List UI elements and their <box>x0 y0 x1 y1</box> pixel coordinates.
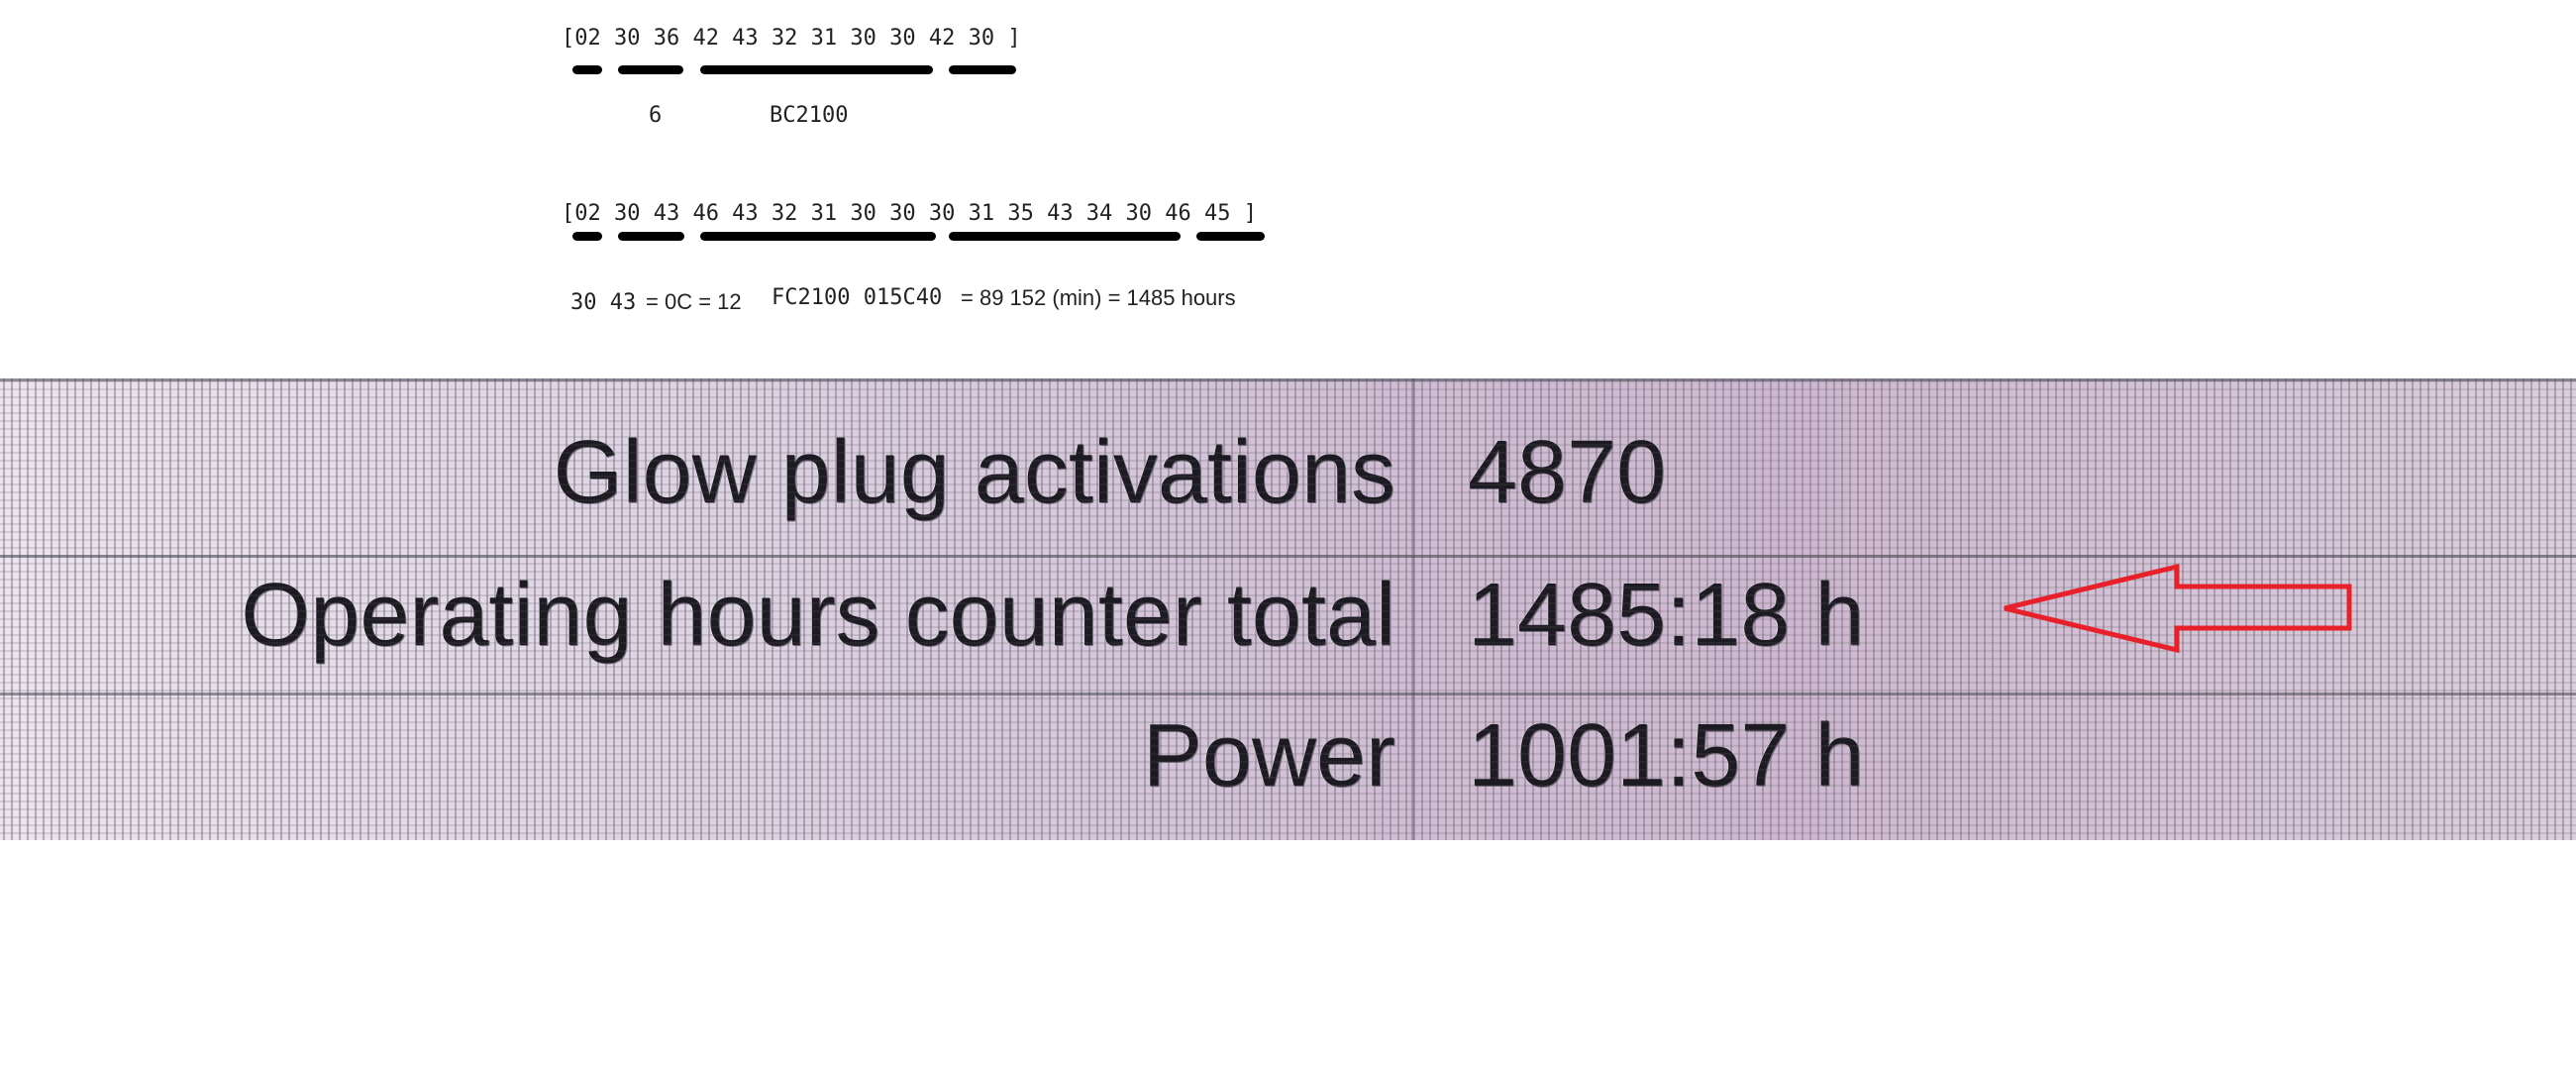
underline-bar <box>700 232 936 241</box>
underline-bar <box>618 232 684 241</box>
hex-line-2: [02 30 43 46 43 32 31 30 30 30 31 35 43 … <box>562 201 1257 226</box>
note-six: 6 <box>649 103 663 128</box>
value-power: 1001:57 h <box>1468 706 1865 805</box>
value-operating-hours-total: 1485:18 h <box>1468 566 1865 665</box>
arrow-shape <box>2004 563 2352 654</box>
row-divider <box>0 378 2576 381</box>
hex-line-1: [02 30 36 42 43 32 31 30 30 42 30 ] <box>562 26 1021 51</box>
underline-bar <box>949 232 1181 241</box>
underline-bar <box>572 65 602 74</box>
row-divider <box>0 693 2576 696</box>
value-glow-plug-activations: 4870 <box>1468 423 1667 522</box>
label-glow-plug-activations: Glow plug activations <box>553 423 1395 522</box>
note-3043-mono: 30 43 <box>570 290 637 315</box>
column-divider <box>1411 378 1414 840</box>
underline-bar <box>700 65 933 74</box>
note-fc2100-mono: FC2100 015C40 <box>772 285 943 310</box>
arrow-left-outline-icon <box>2004 563 2352 654</box>
label-operating-hours-total: Operating hours counter total <box>241 566 1395 665</box>
row-divider <box>0 555 2576 558</box>
label-power: Power <box>1142 706 1395 805</box>
note-bc2100: BC2100 <box>770 103 849 128</box>
underline-bar <box>1196 232 1265 241</box>
note-minutes-eq: = 89 152 (min) = 1485 hours <box>961 285 1236 310</box>
underline-bar <box>618 65 683 74</box>
note-3043-eq: = 0C = 12 <box>646 289 742 314</box>
underline-bar <box>572 232 602 241</box>
underline-bar <box>949 65 1016 74</box>
